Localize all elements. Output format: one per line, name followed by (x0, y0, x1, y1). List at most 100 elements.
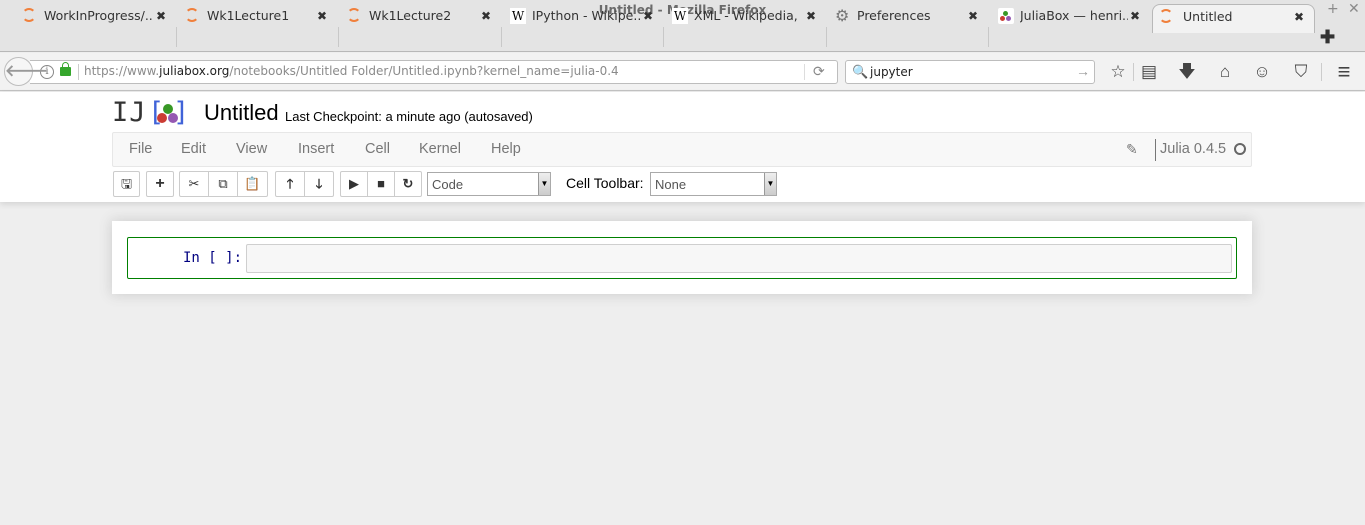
notebook-header: IJ [ ] Untitled Last Checkpoint: a minut… (0, 92, 1365, 202)
tab-separator (338, 27, 339, 47)
restart-button[interactable]: ↻ (394, 171, 422, 197)
notebook-title[interactable]: Untitled (204, 100, 279, 126)
logo-dot-red (157, 113, 167, 123)
tab-label: Preferences (857, 8, 931, 23)
search-input[interactable]: jupyter (870, 65, 913, 79)
tab-untitled-active[interactable]: Untitled ✖ (1152, 4, 1315, 33)
navigation-bar: i https://www.juliabox.org/notebooks/Unt… (0, 53, 1365, 91)
menu-view[interactable]: View (236, 141, 267, 157)
notebook-toolbar: 🖫 + ✂ ⧉ 📋 🡑 🡓 ▶ ■ ↻ Code ▼ Cell Toolbar:… (112, 171, 1252, 197)
kernel-separator (1155, 139, 1156, 161)
restart-icon: ↻ (402, 176, 414, 191)
tab-label: Untitled (1183, 9, 1233, 24)
tab-preferences[interactable]: ⚙ Preferences ✖ (829, 4, 987, 32)
tab-separator (988, 27, 989, 47)
reading-list-icon[interactable]: ▤ (1138, 62, 1160, 82)
tab-xml-wikipedia[interactable]: W XML - Wikipedia, ... ✖ (666, 4, 824, 32)
new-tab-button[interactable]: ✚ (1320, 27, 1335, 48)
close-tab-icon[interactable]: ✖ (806, 4, 816, 28)
wikipedia-icon: W (510, 8, 526, 24)
pencil-icon[interactable]: ✎ (1126, 141, 1138, 158)
logo-text: IJ (112, 97, 147, 128)
close-tab-icon[interactable]: ✖ (317, 4, 327, 28)
close-window-button[interactable]: ✕ (1348, 0, 1360, 18)
tab-wk1lecture1[interactable]: Wk1Lecture1 ✖ (179, 4, 337, 32)
kernel-name[interactable]: Julia 0.4.5 (1160, 141, 1226, 157)
input-prompt: In [ ]: (183, 250, 243, 266)
tab-separator (501, 27, 502, 47)
chat-icon[interactable]: ☺ (1251, 62, 1273, 82)
back-button[interactable]: 🡐 (4, 57, 48, 86)
menu-edit[interactable]: Edit (181, 141, 206, 157)
toolbar-separator (1321, 63, 1322, 81)
cut-button[interactable]: ✂ (179, 171, 209, 197)
toolbar-separator (1133, 63, 1134, 81)
plus-icon: + (155, 175, 165, 192)
menu-bar: File Edit View Insert Cell Kernel Help ✎… (112, 132, 1252, 167)
tab-separator (663, 27, 664, 47)
tab-label: Wk1Lecture2 (369, 8, 452, 23)
search-go-icon[interactable]: → (1076, 63, 1090, 79)
spinner-icon (185, 8, 201, 24)
paste-icon: 📋 (244, 176, 261, 191)
close-tab-icon[interactable]: ✖ (1130, 4, 1140, 28)
cell-type-select[interactable]: Code ▼ (427, 172, 551, 196)
copy-icon: ⧉ (218, 176, 228, 191)
menu-cell[interactable]: Cell (365, 141, 390, 157)
move-up-button[interactable]: 🡑 (275, 171, 305, 197)
save-button[interactable]: 🖫 (113, 171, 140, 197)
close-tab-icon[interactable]: ✖ (156, 4, 166, 28)
code-cell[interactable]: In [ ]: (127, 237, 1237, 279)
kernel-idle-indicator-icon (1234, 143, 1246, 155)
save-icon: 🖫 (120, 176, 133, 191)
tab-label: IPython - Wikipe... (532, 8, 640, 23)
paste-button[interactable]: 📋 (237, 171, 268, 197)
dropdown-arrow-icon: ▼ (764, 173, 776, 195)
search-bar[interactable]: 🔍 jupyter → (845, 60, 1095, 84)
tab-wk1lecture2[interactable]: Wk1Lecture2 ✖ (341, 4, 499, 32)
home-icon[interactable]: ⌂ (1214, 62, 1236, 82)
close-tab-icon[interactable]: ✖ (1294, 5, 1304, 29)
wikipedia-icon: W (672, 8, 688, 24)
menu-file[interactable]: File (129, 141, 152, 157)
interrupt-button[interactable]: ■ (367, 171, 395, 197)
menu-help[interactable]: Help (491, 141, 521, 157)
menu-kernel[interactable]: Kernel (419, 141, 461, 157)
checkpoint-status: Last Checkpoint: a minute ago (autosaved… (285, 109, 533, 124)
cell-type-value: Code (432, 177, 464, 192)
url-text[interactable]: https://www.juliabox.org/notebooks/Untit… (84, 64, 619, 78)
tab-ipython-wikipedia[interactable]: W IPython - Wikipe... ✖ (504, 4, 662, 32)
tab-juliabox[interactable]: JuliaBox — henri.... ✖ (992, 4, 1150, 32)
cell-toolbar-select[interactable]: None ▼ (650, 172, 777, 196)
dropdown-arrow-icon: ▼ (538, 173, 550, 195)
tab-label: XML - Wikipedia, ... (694, 8, 802, 23)
cell-toolbar-value: None (655, 177, 687, 192)
gear-icon: ⚙ (835, 6, 850, 25)
bookmark-star-icon[interactable]: ☆ (1107, 62, 1129, 82)
reload-separator (804, 64, 805, 80)
close-tab-icon[interactable]: ✖ (968, 4, 978, 28)
reload-icon[interactable]: ⟳ (813, 63, 825, 80)
url-bar[interactable]: i https://www.juliabox.org/notebooks/Unt… (30, 60, 838, 84)
tab-separator (826, 27, 827, 47)
tab-workinprogress[interactable]: WorkInProgress/... ✖ (16, 4, 174, 32)
download-icon[interactable]: 🡇 (1176, 62, 1198, 82)
copy-button[interactable]: ⧉ (208, 171, 238, 197)
tab-separator (176, 27, 177, 47)
tab-label: Wk1Lecture1 (207, 8, 290, 23)
insert-cell-button[interactable]: + (146, 171, 174, 197)
tab-label: JuliaBox — henri.... (1020, 8, 1128, 23)
move-down-button[interactable]: 🡓 (304, 171, 334, 197)
maximize-button[interactable]: + (1327, 0, 1339, 18)
close-tab-icon[interactable]: ✖ (481, 4, 491, 28)
menu-insert[interactable]: Insert (298, 141, 334, 157)
hamburger-menu-icon[interactable]: ≡ (1333, 61, 1355, 83)
code-input[interactable] (246, 244, 1232, 273)
tab-label: WorkInProgress/... (44, 8, 152, 23)
scissors-icon: ✂ (188, 176, 200, 191)
close-tab-icon[interactable]: ✖ (643, 4, 653, 28)
spinner-icon (347, 8, 363, 24)
lock-icon[interactable] (60, 62, 71, 76)
pocket-icon[interactable]: ⛉ (1290, 62, 1312, 82)
run-button[interactable]: ▶ (340, 171, 368, 197)
